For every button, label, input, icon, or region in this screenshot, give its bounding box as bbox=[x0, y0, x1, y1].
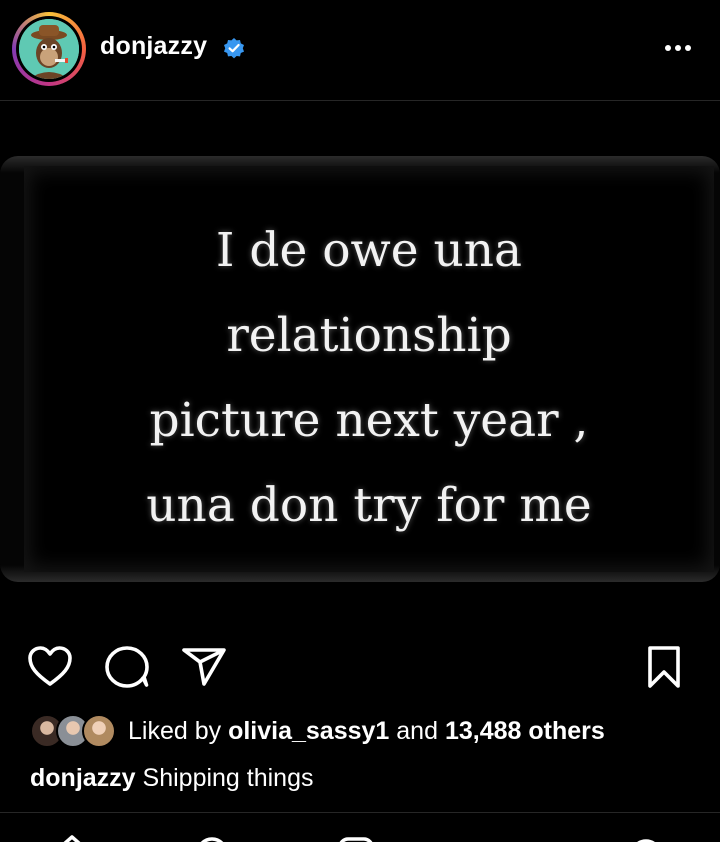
meme-line: I de owe una bbox=[215, 223, 523, 278]
caption: donjazzy Shipping things bbox=[30, 764, 314, 793]
home-icon[interactable] bbox=[52, 833, 92, 842]
profile-icon[interactable] bbox=[626, 833, 666, 842]
post-header: donjazzy bbox=[0, 0, 720, 100]
caption-text: Shipping things bbox=[142, 764, 314, 792]
activity-icon[interactable] bbox=[478, 833, 518, 842]
bottom-tab-bar bbox=[0, 813, 720, 842]
action-bar bbox=[0, 640, 720, 692]
meme-text: I de owe una relationship picture next y… bbox=[24, 208, 714, 548]
reels-icon[interactable] bbox=[336, 833, 376, 842]
likes-connector: and bbox=[396, 717, 438, 745]
likes-row[interactable]: Liked by olivia_sassy1 and 13,488 others bbox=[30, 714, 710, 750]
liker-avatar bbox=[82, 714, 116, 748]
avatar-frame bbox=[16, 16, 82, 82]
share-icon[interactable] bbox=[180, 644, 228, 688]
caption-username[interactable]: donjazzy bbox=[30, 764, 136, 792]
liker-username[interactable]: olivia_sassy1 bbox=[228, 717, 389, 745]
meme-line: relationship bbox=[226, 308, 512, 363]
search-icon[interactable] bbox=[194, 833, 234, 842]
more-icon[interactable] bbox=[660, 36, 696, 60]
meme-line: una don try for me bbox=[146, 478, 592, 533]
likes-prefix: Liked by bbox=[128, 717, 222, 745]
meme-line: picture next year , bbox=[149, 393, 589, 448]
bookmark-icon[interactable] bbox=[644, 644, 684, 690]
header-divider bbox=[0, 100, 720, 101]
meme-card: I de owe una relationship picture next y… bbox=[24, 166, 714, 572]
heart-icon[interactable] bbox=[26, 644, 74, 688]
avatar[interactable] bbox=[19, 19, 79, 79]
username[interactable]: donjazzy bbox=[100, 32, 207, 61]
post-image[interactable]: I de owe una relationship picture next y… bbox=[0, 156, 720, 582]
verified-badge-icon bbox=[224, 38, 244, 59]
ape-avatar-icon bbox=[19, 19, 79, 79]
likes-count[interactable]: 13,488 others bbox=[445, 717, 605, 745]
story-ring[interactable] bbox=[12, 12, 86, 86]
likes-text: Liked by olivia_sassy1 and 13,488 others bbox=[128, 717, 605, 746]
comment-icon[interactable] bbox=[103, 644, 151, 690]
